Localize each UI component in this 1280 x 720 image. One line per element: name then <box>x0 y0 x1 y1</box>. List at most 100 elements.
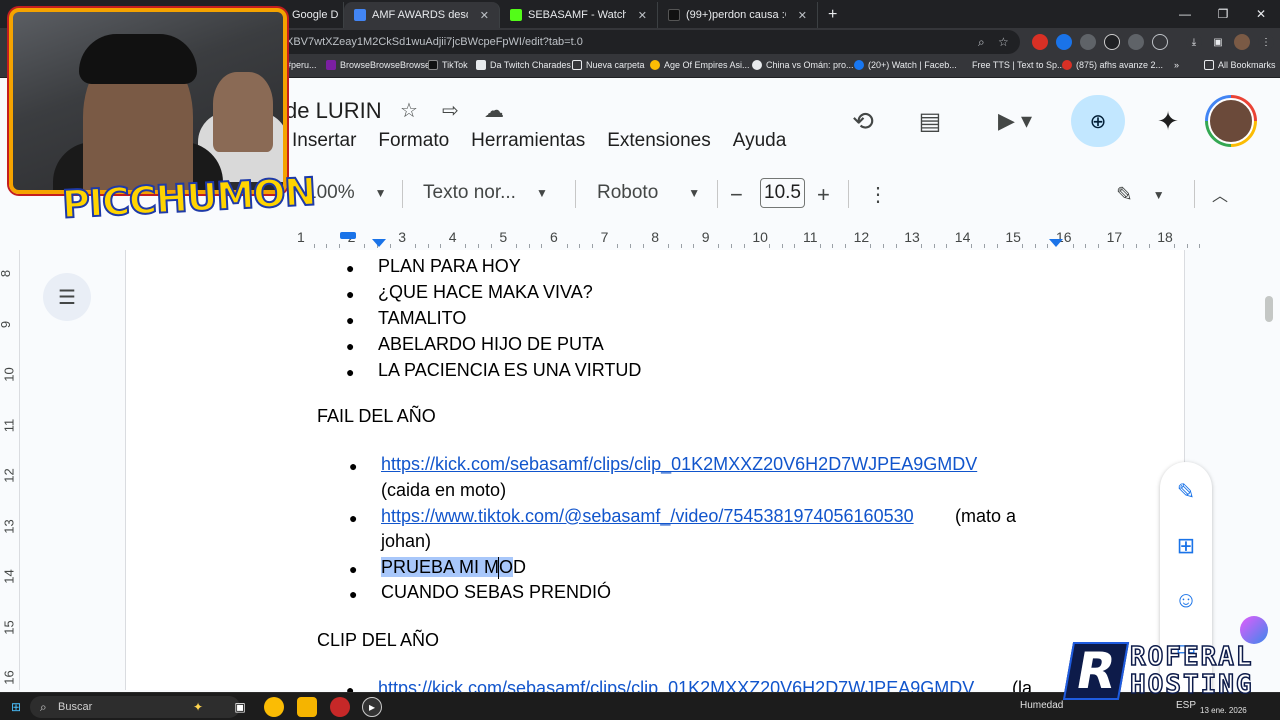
list-item[interactable]: PLAN PARA HOY <box>378 256 521 277</box>
tab-tiktok[interactable]: (99+)perdon causa :C #fy #fyp ✕ <box>658 2 818 28</box>
close-icon[interactable]: ✕ <box>798 9 807 22</box>
edit-sparkle-icon[interactable]: ✎ <box>1172 478 1200 506</box>
list-item[interactable]: CUANDO SEBAS PRENDIÓ <box>381 582 611 603</box>
document-title[interactable]: de LURIN <box>285 98 382 124</box>
section-heading[interactable]: CLIP DEL AÑO <box>317 630 439 651</box>
task-view-icon[interactable]: ▣ <box>230 697 250 717</box>
ruler-tick <box>617 244 619 248</box>
comments-icon[interactable]: ▤ <box>912 104 948 138</box>
extension-icon[interactable] <box>1032 34 1048 50</box>
minimize-icon[interactable]: — <box>1166 0 1204 28</box>
puzzle-icon[interactable] <box>1152 34 1168 50</box>
bookmark-item[interactable]: TikTok <box>428 60 468 70</box>
menu-herramientas[interactable]: Herramientas <box>471 130 585 152</box>
close-window-icon[interactable]: ✕ <box>1242 0 1280 28</box>
ruler-tick <box>882 244 884 248</box>
menu-formato[interactable]: Formato <box>378 130 449 152</box>
zoom-icon[interactable]: ⌕ <box>978 35 985 50</box>
address-bar[interactable]: XBV7wtXZeay1M2CkSd1wuAdjii7jcBWcpeFpWI/e… <box>230 30 1020 54</box>
list-item[interactable]: TAMALITO <box>378 308 466 329</box>
bookmark-item[interactable]: BrowseBrowseBrowse <box>326 60 430 70</box>
move-folder-icon[interactable]: ⇨ <box>442 98 459 123</box>
windows-start-icon[interactable]: ⊞ <box>6 697 26 717</box>
bookmark-item[interactable]: #peru... <box>286 60 317 70</box>
bookmark-item[interactable]: (20+) Watch | Faceb... <box>854 60 957 70</box>
list-item-note[interactable]: (caida en moto) <box>381 480 506 501</box>
taskbar-search[interactable]: ⌕ Buscar <box>30 696 240 718</box>
bookmarks-overflow[interactable]: » <box>1174 60 1179 70</box>
menu-extensiones[interactable]: Extensiones <box>607 130 711 152</box>
star-icon[interactable]: ☆ <box>400 98 418 123</box>
extension-icon[interactable] <box>1080 34 1096 50</box>
profile-avatar[interactable] <box>1234 34 1250 50</box>
bookmark-item[interactable]: Age Of Empires Asi... <box>650 60 750 70</box>
emoji-reaction-icon[interactable]: ☺ <box>1172 586 1200 614</box>
weather-text[interactable]: Humedad <box>1020 700 1063 711</box>
bookmark-item[interactable]: China vs Omán: pro... <box>752 60 854 70</box>
editing-mode-select[interactable]: ✎ ▼ <box>1116 182 1165 207</box>
close-icon[interactable]: ✕ <box>638 9 647 22</box>
chrome-icon[interactable] <box>264 697 284 717</box>
clock-date[interactable]: 13 ene. 2026 <box>1200 706 1247 715</box>
extension-icon[interactable] <box>1128 34 1144 50</box>
extension-icon[interactable] <box>1104 34 1120 50</box>
tab-kick-clips[interactable]: SEBASAMF - Watch clips on Kic ✕ <box>500 2 658 28</box>
bookmark-item[interactable]: Nueva carpeta <box>572 60 645 70</box>
tab-google-docs[interactable]: Google D <box>282 2 344 28</box>
first-line-indent-marker[interactable] <box>372 239 386 247</box>
download-icon[interactable]: ⤓ <box>1186 34 1202 50</box>
horizontal-ruler[interactable]: 123456789101112131415161718 <box>125 229 1201 249</box>
vertical-ruler[interactable]: 8 9 10 11 12 13 14 15 16 <box>0 250 20 690</box>
section-heading[interactable]: FAIL DEL AÑO <box>317 406 436 427</box>
bookmark-item[interactable]: (875) afhs avanze 2... <box>1062 60 1163 70</box>
file-explorer-icon[interactable] <box>297 697 317 717</box>
tab-label: (99+)perdon causa :C #fy #fyp <box>686 9 786 21</box>
bookmark-item[interactable]: Free TTS | Text to Sp... <box>972 60 1065 70</box>
side-panel-icon[interactable]: ▣ <box>1210 34 1226 50</box>
increase-font-size-button[interactable]: + <box>817 182 830 208</box>
font-size-input[interactable]: 10.5 <box>760 178 805 208</box>
bookmark-star-icon[interactable]: ☆ <box>998 35 1009 49</box>
kebab-menu-icon[interactable]: ⋮ <box>1258 34 1274 50</box>
more-options-icon[interactable]: ⋮ <box>868 182 888 207</box>
decrease-font-size-button[interactable]: − <box>730 182 743 208</box>
restore-icon[interactable]: ❐ <box>1204 0 1242 28</box>
right-indent-marker[interactable] <box>1049 239 1063 247</box>
ruler-tick <box>946 244 948 248</box>
left-indent-marker[interactable] <box>340 232 356 239</box>
cloud-saved-icon[interactable]: ☁ <box>484 98 504 123</box>
list-item-note[interactable]: johan) <box>381 531 431 552</box>
link[interactable]: https://www.tiktok.com/@sebasamf_/video/… <box>381 506 914 527</box>
collapse-menus-icon[interactable]: ︿ <box>1212 182 1228 206</box>
version-history-icon[interactable]: ⟲ <box>845 104 881 138</box>
list-item-note[interactable]: (mato a <box>955 506 1016 527</box>
paragraph-style-select[interactable]: Texto nor... ▼ <box>423 182 548 204</box>
share-button[interactable]: ⊕ <box>1071 95 1125 147</box>
document-outline-button[interactable]: ☰ <box>43 273 91 321</box>
add-comment-icon[interactable]: ⊞ <box>1172 532 1200 560</box>
user-avatar[interactable] <box>1205 95 1257 147</box>
list-item[interactable]: PRUEBA MI MOD <box>381 557 526 578</box>
font-select[interactable]: Roboto ▼ <box>597 182 700 204</box>
tab-amf-awards[interactable]: AMF AWARDS desde LURIN - D ✕ <box>344 2 500 28</box>
list-item[interactable]: LA PACIENCIA ES UNA VIRTUD <box>378 360 641 381</box>
all-bookmarks[interactable]: All Bookmarks <box>1204 60 1276 70</box>
obs-icon[interactable] <box>330 697 350 717</box>
gemini-sparkle-icon[interactable]: ✦ <box>1150 104 1186 138</box>
menu-insertar[interactable]: Insertar <box>292 130 356 152</box>
scrollbar-thumb[interactable] <box>1265 296 1273 322</box>
close-icon[interactable]: ✕ <box>480 9 489 22</box>
menu-ayuda[interactable]: Ayuda <box>733 130 787 152</box>
language-indicator[interactable]: ESP <box>1176 700 1196 711</box>
zoom-select[interactable]: 100% ▼ <box>306 182 387 204</box>
meet-camera-icon[interactable]: ▶ ▾ <box>985 104 1045 138</box>
link[interactable]: https://kick.com/sebasamf/clips/clip_01K… <box>381 454 977 475</box>
brain-extension-icon[interactable] <box>1240 616 1268 644</box>
extension-icon[interactable] <box>1056 34 1072 50</box>
new-tab-button[interactable]: + <box>818 2 847 28</box>
list-item[interactable]: ABELARDO HIJO DE PUTA <box>378 334 604 355</box>
bookmark-item[interactable]: Da Twitch Charades <box>476 60 571 70</box>
list-item[interactable]: ¿QUE HACE MAKA VIVA? <box>378 282 593 303</box>
media-player-icon[interactable]: ▸ <box>362 697 382 717</box>
sparkle-widget-icon[interactable]: ✦ <box>188 697 208 717</box>
